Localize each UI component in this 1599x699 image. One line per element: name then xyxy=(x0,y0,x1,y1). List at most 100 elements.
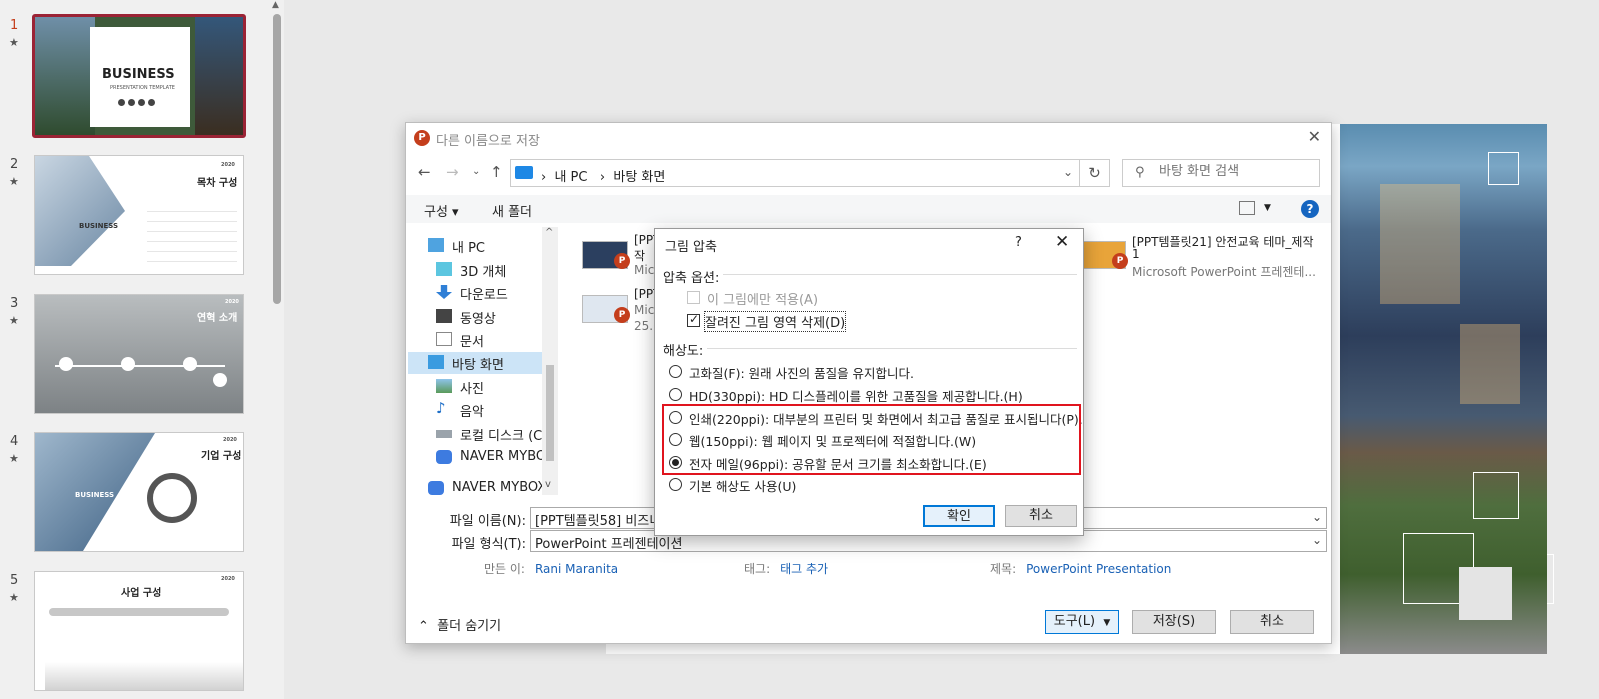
file-name: [PPT템플릿21] 안전교육 테마_제작 xyxy=(1132,235,1314,249)
slide-dots xyxy=(118,95,164,106)
tree-item-desktop[interactable]: 바탕 화면 xyxy=(408,352,542,374)
apply-only-label: 이 그림에만 적용(A) xyxy=(707,293,819,308)
apply-only-checkbox[interactable] xyxy=(687,291,700,304)
powerpoint-icon: P xyxy=(614,307,630,323)
radio-default-resolution[interactable] xyxy=(669,478,682,491)
file-name-line2: 1 xyxy=(1132,247,1140,261)
timeline-node xyxy=(213,373,227,387)
chevron-down-icon[interactable]: ⌄ xyxy=(1312,510,1322,524)
disk-icon xyxy=(436,430,452,438)
chevron-down-icon[interactable]: ⌄ xyxy=(1063,165,1073,179)
title-value[interactable]: PowerPoint Presentation xyxy=(1026,562,1171,576)
slide-fill-box xyxy=(1459,567,1512,620)
dialog-titlebar[interactable]: P 다른 이름으로 저장 ✕ xyxy=(406,123,1331,153)
scroll-down-arrow-icon[interactable]: v xyxy=(545,479,551,490)
slide-year: 2020 xyxy=(225,299,239,305)
slide-thumb-row[interactable]: 4 ★ BUSINESS 2020 기업 구성 xyxy=(0,432,270,556)
scrollbar-thumb[interactable] xyxy=(546,365,554,461)
title-meta: 제목: PowerPoint Presentation xyxy=(990,560,1171,577)
file-item[interactable]: P [PPT Mic 25.6 xyxy=(582,287,662,333)
slide-thumbnail[interactable]: BUSINESS PRESENTATION TEMPLATE xyxy=(32,14,246,138)
slide-thumb-row[interactable]: 5 ★ 2020 사업 구성 xyxy=(0,571,270,695)
slide-title: 기업 구성 xyxy=(201,451,242,462)
navigation-bar: ← → ⌄ ↑ › 내 PC › 바탕 화면 ⌄ ↻ ⚲ xyxy=(406,157,1331,189)
dialog-title: 그림 압축 xyxy=(665,240,717,255)
slide-thumb-row[interactable]: 2 ★ BUSINESS 2020 목차 구성 xyxy=(0,155,270,279)
back-arrow-icon[interactable]: ← xyxy=(418,163,431,181)
file-item[interactable]: P [PPT 작 Mic xyxy=(582,233,662,277)
new-folder-button[interactable]: 새 폴더 xyxy=(492,201,532,220)
slide-number: 5 xyxy=(10,573,19,588)
scrollbar-thumb[interactable] xyxy=(273,14,281,304)
view-dropdown-chevron-icon[interactable]: ▼ xyxy=(1264,203,1271,213)
animation-star-icon: ★ xyxy=(9,452,19,465)
mybox-icon xyxy=(436,450,452,464)
recent-locations-chevron-icon[interactable]: ⌄ xyxy=(472,166,480,177)
chevron-up-icon: ⌃ xyxy=(418,619,429,634)
delete-cropped-label: 잘려진 그림 영역 삭제(D) xyxy=(703,311,847,332)
radio-label: 고화질(F): 원래 사진의 품질을 유지합니다. xyxy=(689,366,915,381)
animation-star-icon: ★ xyxy=(9,314,19,327)
slide-center-card: BUSINESS PRESENTATION TEMPLATE xyxy=(90,27,190,127)
delete-cropped-checkbox[interactable]: ✓ xyxy=(687,312,700,327)
document-icon xyxy=(436,332,452,346)
tags-meta: 태그: 태그 추가 xyxy=(744,560,828,577)
slide-thumbnail[interactable]: BUSINESS 2020 기업 구성 xyxy=(34,432,244,552)
radio-high-fidelity[interactable] xyxy=(669,365,682,378)
close-icon[interactable]: ✕ xyxy=(1308,127,1321,146)
up-arrow-icon[interactable]: ↑ xyxy=(490,163,503,181)
ok-button[interactable]: 확인 xyxy=(923,505,995,527)
timeline-node xyxy=(183,357,197,371)
slide-thumbnail[interactable]: BUSINESS 2020 목차 구성 xyxy=(34,155,244,275)
file-name-line2: 작 xyxy=(634,249,646,263)
help-button[interactable]: ? xyxy=(1015,235,1022,250)
command-toolbar: 구성 ▾ 새 폴더 ▼ ? xyxy=(406,195,1331,223)
close-icon[interactable]: ✕ xyxy=(1055,232,1069,252)
chevron-down-icon[interactable]: ⌄ xyxy=(1312,533,1322,547)
tools-button[interactable]: 도구(L) ▼ xyxy=(1045,610,1119,634)
powerpoint-icon: P xyxy=(414,130,430,146)
tree-item-my-pc[interactable]: 내 PC xyxy=(428,235,558,257)
scroll-up-arrow-icon[interactable]: ▲ xyxy=(272,0,279,10)
view-options-icon[interactable] xyxy=(1239,201,1255,215)
divider xyxy=(723,274,1077,275)
slide-thumbnail[interactable]: 2020 연혁 소개 xyxy=(34,294,244,414)
slide-diagram xyxy=(147,473,197,523)
author-value[interactable]: Rani Maranita xyxy=(535,562,618,576)
cube-icon xyxy=(436,262,452,276)
hide-folders-button[interactable]: ⌃ 폴더 숨기기 xyxy=(418,615,501,634)
breadcrumb: › 내 PC › 바탕 화면 xyxy=(541,170,666,185)
search-box[interactable]: ⚲ xyxy=(1122,159,1320,187)
tree-item-naver-mybox-2[interactable]: NAVER MYBOX ( xyxy=(428,478,558,500)
search-input[interactable] xyxy=(1159,164,1309,179)
slide-year: 2020 xyxy=(221,162,235,168)
help-button[interactable]: ? xyxy=(1301,200,1319,218)
refresh-button[interactable]: ↻ xyxy=(1080,159,1110,187)
tags-value[interactable]: 태그 추가 xyxy=(780,562,828,576)
navigation-tree: 내 PC 3D 개체 다운로드 동영상 문서 바탕 화면 사진 ♪ 음악 로컬 … xyxy=(406,227,558,495)
file-item[interactable]: P [PPT템플릿21] 안전교육 테마_제작 1 Microsoft Powe… xyxy=(1080,233,1320,279)
scroll-up-arrow-icon[interactable]: ^ xyxy=(545,227,553,238)
breadcrumb-item[interactable]: 내 PC xyxy=(554,170,587,185)
animation-star-icon: ★ xyxy=(9,36,19,49)
cancel-button[interactable]: 취소 xyxy=(1005,505,1077,527)
slide-thumb-row[interactable]: 3 ★ 2020 연혁 소개 xyxy=(0,294,270,418)
annotation-highlight-box xyxy=(662,404,1081,475)
tree-scrollbar[interactable]: ^ v xyxy=(542,227,558,495)
title-label: 제목: xyxy=(990,562,1017,576)
address-bar[interactable]: › 내 PC › 바탕 화면 ⌄ xyxy=(510,159,1080,187)
slide-thumb-row[interactable]: 1 ★ BUSINESS PRESENTATION TEMPLATE xyxy=(0,14,270,140)
organize-button[interactable]: 구성 ▾ xyxy=(424,201,459,220)
download-icon xyxy=(436,285,452,299)
file-type: Mic xyxy=(634,263,655,277)
slide-list xyxy=(147,202,237,262)
cancel-button[interactable]: 취소 xyxy=(1230,610,1314,634)
breadcrumb-item[interactable]: 바탕 화면 xyxy=(613,170,665,185)
radio-hd-330[interactable] xyxy=(669,388,682,401)
slide-thumbnail[interactable]: 2020 사업 구성 xyxy=(34,571,244,691)
thumbnail-scrollbar[interactable]: ▲ xyxy=(270,0,284,699)
forward-arrow-icon[interactable]: → xyxy=(446,163,459,181)
powerpoint-icon: P xyxy=(614,253,630,269)
resolution-header: 해상도: xyxy=(663,344,704,359)
save-button[interactable]: 저장(S) xyxy=(1132,610,1216,634)
